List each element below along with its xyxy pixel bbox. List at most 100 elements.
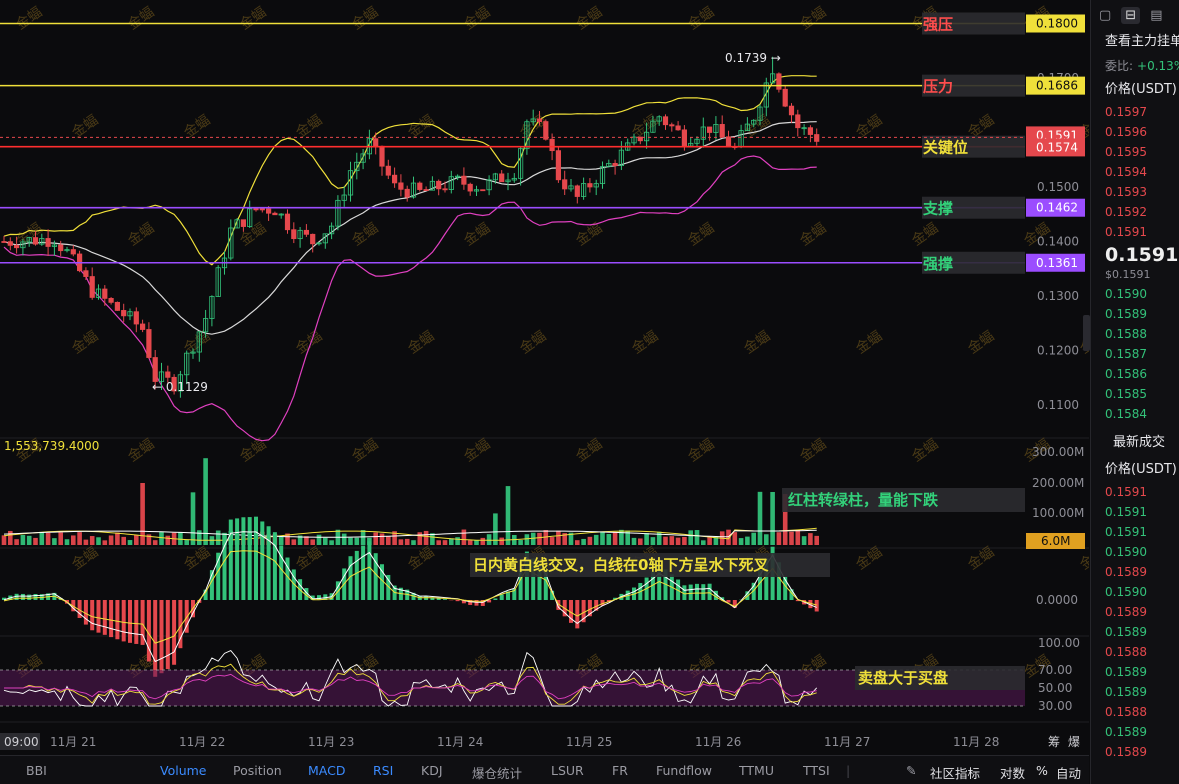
macd-bar bbox=[159, 600, 164, 674]
indicator-volume-toggle[interactable]: Volume bbox=[160, 763, 207, 778]
volume-axis-label: 100.00M bbox=[1032, 506, 1084, 520]
bid-row[interactable]: 0.1590 bbox=[1091, 284, 1179, 304]
trade-row[interactable]: 0.1591 bbox=[1091, 502, 1179, 522]
bid-row[interactable]: 0.1584 bbox=[1091, 404, 1179, 424]
indicator-position-toggle[interactable]: Position bbox=[233, 763, 282, 778]
volume-bar bbox=[323, 537, 328, 545]
list-icon[interactable]: ▤ bbox=[1150, 8, 1162, 23]
kline-chart-area[interactable]: 金蝠 金蝠 金蝠 金蝠 金蝠 金蝠 金蝠 金蝠 金蝠 金蝠 金蝠 金蝠 金蝠 金蝠 金蝠 金蝠 金蝠 金蝠 金蝠 金蝠… bbox=[0, 0, 1089, 755]
trade-row[interactable]: 0.1588 bbox=[1091, 642, 1179, 662]
percent-scale-toggle[interactable]: % bbox=[1036, 763, 1048, 778]
indicator-lsur-toggle[interactable]: LSUR bbox=[551, 763, 584, 778]
ask-row[interactable]: 0.1593 bbox=[1091, 182, 1179, 202]
ask-row[interactable]: 0.1596 bbox=[1091, 122, 1179, 142]
candle-body bbox=[480, 189, 486, 192]
trade-row[interactable]: 0.1588 bbox=[1091, 702, 1179, 722]
kline-chart-svg[interactable]: 金蝠 金蝠 金蝠 金蝠 金蝠 金蝠 金蝠 金蝠金蝠 金蝠 金蝠 金蝠 金蝠 金蝠 金蝠 金蝠 金蝠金蝠 金蝠 金蝠… bbox=[0, 0, 1089, 755]
volume-bar bbox=[45, 532, 51, 545]
ask-row[interactable]: 0.1591 bbox=[1091, 222, 1179, 242]
trade-row[interactable]: 0.1589 bbox=[1091, 602, 1179, 622]
indicator-fr-toggle[interactable]: FR bbox=[612, 763, 628, 778]
watermark-text: 金蝠 bbox=[461, 436, 493, 465]
macd-bar bbox=[165, 600, 170, 670]
candle-body bbox=[102, 288, 108, 299]
candle-body bbox=[669, 124, 675, 127]
indicator-kdj-toggle[interactable]: KDJ bbox=[421, 763, 443, 778]
trade-row[interactable]: 0.1589 bbox=[1091, 722, 1179, 742]
volume-bar bbox=[102, 540, 108, 545]
volume-bar bbox=[694, 530, 700, 545]
volume-bar bbox=[127, 540, 133, 545]
latest-trades-title[interactable]: 最新成交 bbox=[1091, 424, 1179, 458]
volume-bar bbox=[134, 534, 139, 545]
volume-bar bbox=[738, 538, 744, 545]
volume-bar bbox=[764, 534, 769, 545]
candle-body bbox=[310, 233, 316, 245]
indicator-ttmu-toggle[interactable]: TTMU bbox=[739, 763, 774, 778]
community-indicators-button[interactable]: 社区指标 bbox=[930, 763, 980, 782]
volume-bar bbox=[52, 538, 57, 545]
price-tag-text: 0.1574 bbox=[1036, 140, 1078, 154]
volume-bar bbox=[606, 534, 612, 545]
volume-bar bbox=[159, 531, 164, 545]
indicator-fundflow-toggle[interactable]: Fundflow bbox=[656, 763, 712, 778]
trade-row[interactable]: 0.1589 bbox=[1091, 562, 1179, 582]
draw-tools-icon[interactable]: ✎ bbox=[906, 763, 916, 778]
ask-row[interactable]: 0.1594 bbox=[1091, 162, 1179, 182]
boll-lower-line bbox=[3, 155, 817, 442]
indicator-macd-toggle[interactable]: MACD bbox=[308, 763, 345, 778]
orderbook-icon[interactable]: ⊟ bbox=[1121, 6, 1141, 24]
last-price: 0.1591 bbox=[1105, 244, 1179, 266]
watermark-text: 金蝠 bbox=[349, 220, 381, 249]
bid-row[interactable]: 0.1588 bbox=[1091, 324, 1179, 344]
volume-bar bbox=[549, 537, 555, 545]
ask-row[interactable]: 0.1597 bbox=[1091, 102, 1179, 122]
ask-row[interactable]: 0.1595 bbox=[1091, 142, 1179, 162]
indicator-ttsi-toggle[interactable]: TTSI bbox=[803, 763, 830, 778]
trade-row[interactable]: 0.1589 bbox=[1091, 622, 1179, 642]
volume-bar bbox=[108, 535, 114, 545]
volume-bar bbox=[808, 533, 813, 545]
bid-row[interactable]: 0.1585 bbox=[1091, 384, 1179, 404]
trade-row[interactable]: 0.1589 bbox=[1091, 742, 1179, 762]
candle-body bbox=[662, 116, 669, 126]
volume-bar bbox=[789, 531, 794, 545]
macd-bar bbox=[254, 516, 258, 600]
candle-body bbox=[152, 357, 158, 382]
trade-row[interactable]: 0.1591 bbox=[1091, 482, 1179, 502]
bid-row[interactable]: 0.1586 bbox=[1091, 364, 1179, 384]
watermark-text: 金蝠 bbox=[69, 112, 101, 141]
watermark-text: 金蝠 bbox=[181, 112, 213, 141]
panel-collapse-handle[interactable] bbox=[1083, 315, 1090, 351]
trade-row[interactable]: 0.1590 bbox=[1091, 582, 1179, 602]
level-label: 强撑 bbox=[923, 255, 953, 273]
indicator--toggle[interactable]: 爆仓统计 bbox=[472, 763, 522, 782]
layout-icon[interactable]: ▢ bbox=[1099, 8, 1111, 23]
volume-annotation: 红柱转绿柱，量能下跌 bbox=[788, 491, 939, 509]
volume-bar bbox=[474, 540, 479, 545]
trade-row[interactable]: 0.1590 bbox=[1091, 542, 1179, 562]
volume-bar bbox=[58, 532, 63, 545]
trades-price-header: 价格(USDT) bbox=[1105, 462, 1177, 477]
auto-scale-toggle[interactable]: 自动 bbox=[1056, 763, 1081, 782]
watermark-text: 金蝠 bbox=[461, 220, 493, 249]
log-scale-toggle[interactable]: 对数 bbox=[1000, 763, 1025, 782]
macd-axis-label: 0.0000 bbox=[1036, 593, 1078, 607]
indicator-bbi-toggle[interactable]: BBI bbox=[26, 763, 47, 778]
trade-row[interactable]: 0.1589 bbox=[1091, 662, 1179, 682]
volume-bar bbox=[631, 537, 637, 545]
main-orders-link[interactable]: 查看主力挂单 bbox=[1091, 30, 1179, 54]
indicator-rsi-toggle[interactable]: RSI bbox=[373, 763, 393, 778]
trade-row[interactable]: 0.1591 bbox=[1091, 522, 1179, 542]
ask-row[interactable]: 0.1592 bbox=[1091, 202, 1179, 222]
trade-row[interactable]: 0.1589 bbox=[1091, 682, 1179, 702]
volume-axis-label: 200.00M bbox=[1032, 476, 1084, 490]
candle-body bbox=[499, 173, 505, 183]
bid-row[interactable]: 0.1587 bbox=[1091, 344, 1179, 364]
volume-bar bbox=[442, 540, 448, 545]
volume-bar bbox=[184, 539, 189, 545]
bid-row[interactable]: 0.1589 bbox=[1091, 304, 1179, 324]
time-axis-label: 11月 25 bbox=[566, 735, 612, 749]
last-price-usd: $0.1591 bbox=[1105, 268, 1151, 281]
watermark-text: 金蝠 bbox=[405, 328, 437, 357]
